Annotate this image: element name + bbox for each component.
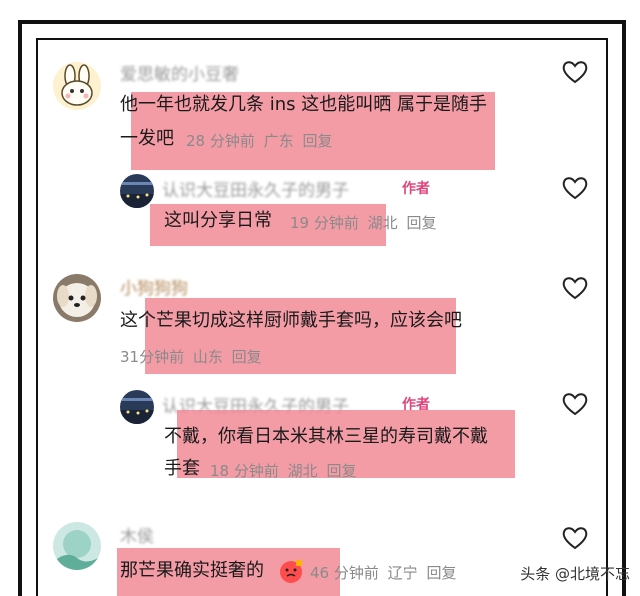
author-badge: 作者 [402, 181, 430, 197]
comment-meta: 28 分钟前 广东 回复 [186, 130, 336, 151]
comment-meta: 19 分钟前 湖北 回复 [290, 212, 440, 233]
username[interactable]: 认识大豆田永久子的男子 [162, 176, 349, 201]
location: 湖北 [287, 462, 318, 480]
location: 广东 [263, 132, 294, 150]
reply-button[interactable]: 回复 [302, 132, 332, 150]
heart-icon[interactable] [562, 176, 588, 200]
landscape-avatar-icon[interactable] [53, 522, 101, 570]
comment-text: 一发吧 [120, 128, 174, 149]
bunny-avatar-icon[interactable] [53, 62, 101, 110]
watermark: 头条 @北境不忘 [520, 565, 630, 583]
reply-button[interactable]: 回复 [326, 462, 356, 480]
heart-icon[interactable] [562, 276, 588, 300]
comment-text: 这个芒果切成这样厨师戴手套吗，应该会吧 [120, 310, 462, 331]
timestamp: 46 分钟前 [310, 564, 379, 582]
comment-text: 那芒果确实挺奢的 [120, 560, 264, 581]
location: 辽宁 [387, 564, 418, 582]
heart-icon[interactable] [562, 60, 588, 84]
comment-text: 手套 [164, 458, 200, 479]
location: 山东 [192, 348, 223, 366]
heart-icon[interactable] [562, 392, 588, 416]
reply-button[interactable]: 回复 [232, 348, 262, 366]
reply-button[interactable]: 回复 [406, 214, 436, 232]
dog-avatar-icon[interactable] [53, 274, 101, 322]
night-scene-avatar-icon[interactable] [120, 174, 154, 208]
comment-meta: 31分钟前 山东 回复 [120, 346, 266, 367]
timestamp: 19 分钟前 [290, 214, 359, 232]
location: 湖北 [367, 214, 398, 232]
username[interactable]: 爱思敏的小豆奢 [120, 60, 239, 85]
comment-text: 他一年也就发几条 ins 这也能叫晒 属于是随手 [120, 94, 487, 115]
heart-icon[interactable] [562, 526, 588, 550]
username[interactable]: 小狗狗狗 [120, 274, 188, 299]
username[interactable]: 木侯 [120, 522, 154, 547]
emoji-icon [280, 560, 302, 583]
comment-text: 这叫分享日常 [164, 210, 272, 231]
timestamp: 31分钟前 [120, 348, 185, 366]
reply-button[interactable]: 回复 [426, 564, 456, 582]
comment-meta: 46 分钟前 辽宁 回复 [310, 562, 460, 583]
comment-meta: 18 分钟前 湖北 回复 [210, 460, 360, 481]
timestamp: 28 分钟前 [186, 132, 255, 150]
night-scene-avatar-icon[interactable] [120, 390, 154, 424]
timestamp: 18 分钟前 [210, 462, 279, 480]
comment-text: 不戴，你看日本米其林三星的寿司戴不戴 [164, 426, 488, 447]
